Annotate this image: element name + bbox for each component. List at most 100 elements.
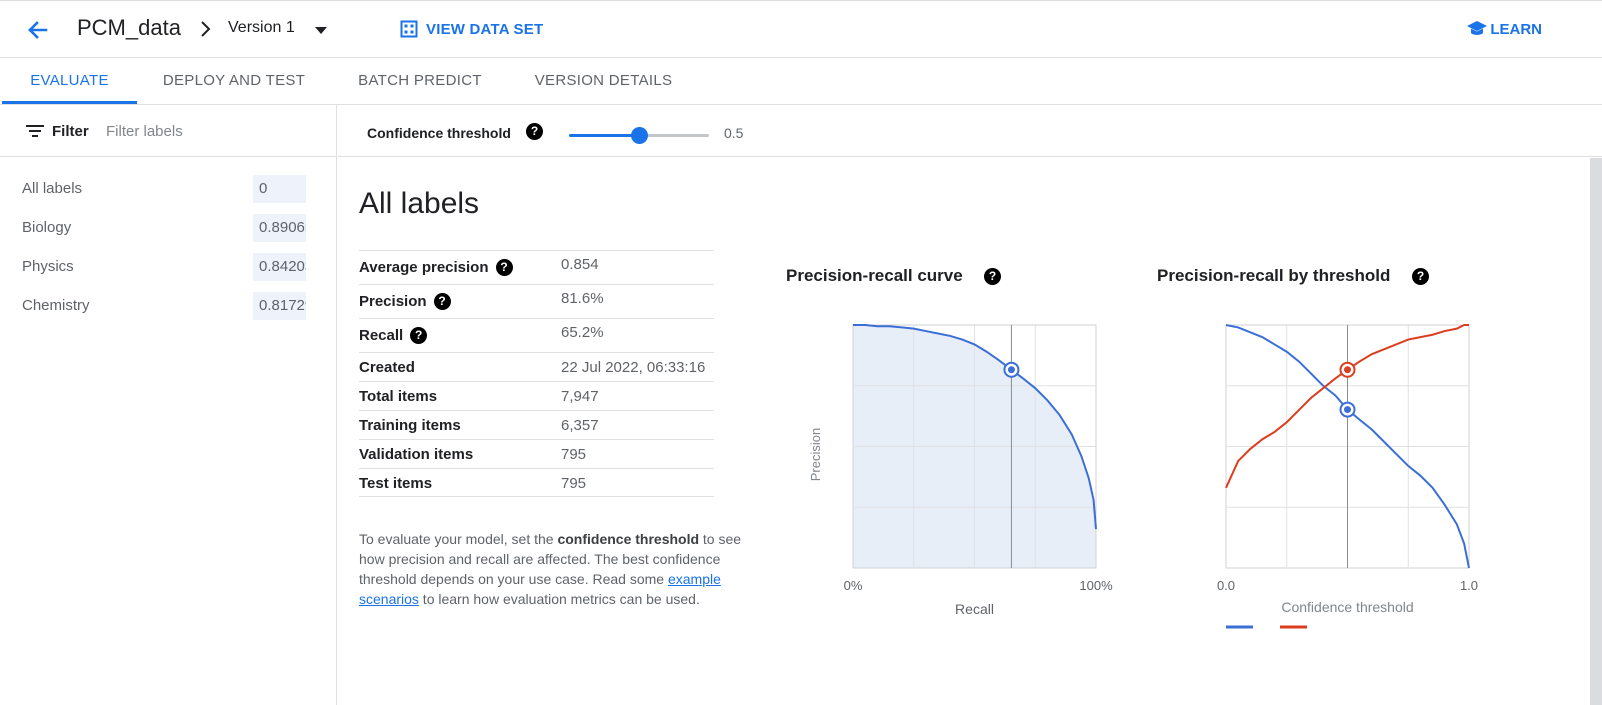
label-score: 0 [253,175,306,203]
view-data-set-button[interactable]: VIEW DATA SET [400,17,543,41]
x-tick-label: 0% [844,578,863,593]
scrollbar[interactable] [1590,158,1602,705]
metric-row: Training items 6,357 [359,410,714,439]
tab-deploy-and-test[interactable]: DEPLOY AND TEST [150,58,318,104]
pr-threshold-chart: 0.0 1.0 Confidence threshold [1217,324,1478,629]
confidence-threshold-value: 0.5 [724,125,744,141]
table-grid-icon [400,20,418,38]
pr-curve-marker-dot [1007,366,1015,374]
evaluation-panel: All labels Average precision? 0.854 Precis… [338,158,1588,705]
filter-button[interactable]: Filter [26,119,89,143]
metric-value: 0.854 [561,256,599,273]
section-title: All labels [359,187,480,220]
metric-label-text: Test items [359,475,433,492]
metrics-table: Average precision? 0.854 Precision? 81.6% Re… [359,250,714,497]
metric-label: Recall? [359,327,428,344]
label-item-physics[interactable]: Physics 0.84203 [0,250,337,284]
metric-row: Average precision? 0.854 [359,250,714,284]
labels-sidebar: Filter All labels 0 Biology 0.89065 Phys… [0,105,337,705]
metric-value: 22 Jul 2022, 06:33:16 [561,359,706,376]
pr-threshold-title: Precision-recall by threshold [1157,266,1391,285]
description-bold: confidence threshold [557,531,700,547]
metric-label: Precision? [359,293,451,310]
tab-version-details[interactable]: VERSION DETAILS [522,58,685,104]
help-icon[interactable]: ? [1412,268,1429,285]
chevron-right-icon [201,21,211,37]
help-icon[interactable]: ? [495,259,513,276]
top-bar: PCM_data Version 1 VIEW DATA SET LEARN [0,0,1602,58]
confidence-threshold-bar: Confidence threshold ? 0.5 [338,105,1602,157]
label-item-all-labels[interactable]: All labels 0 [0,172,337,206]
metric-value: 7,947 [561,388,599,405]
metric-row: Validation items 795 [359,439,714,468]
learn-button[interactable]: LEARN [1466,17,1542,41]
metric-row: Total items 7,947 [359,381,714,410]
pr-curve-chart: 0% 100% Recall Precision [808,324,1113,617]
metric-row: Test items 795 [359,468,714,497]
view-data-set-label: VIEW DATA SET [426,20,544,38]
metric-label: Validation items [359,446,473,463]
tab-batch-predict[interactable]: BATCH PREDICT [345,58,495,104]
version-selector-label[interactable]: Version 1 [228,19,295,37]
label-name: Chemistry [22,297,90,314]
learn-label: LEARN [1490,20,1542,38]
description-text: to learn how evaluation metrics can be u… [418,591,700,607]
metric-label: Training items [359,417,461,434]
threshold-marker-1-dot [1344,406,1351,414]
evaluation-description: To evaluate your model, set the confiden… [359,529,759,609]
metric-value: 6,357 [561,417,599,434]
metric-label-text: Precision [359,293,427,310]
label-name: Biology [22,219,72,236]
threshold-marker-0-dot [1344,366,1351,374]
metric-label-text: Total items [359,388,438,405]
dataset-title: PCM_data [77,15,181,40]
x-axis-label: Recall [955,601,994,617]
x-tick-label: 1.0 [1460,578,1478,593]
x-axis-label: Confidence threshold [1281,599,1413,615]
label-score: 0.89065 [253,214,306,242]
label-item-biology[interactable]: Biology 0.89065 [0,211,337,245]
metric-value: 795 [561,475,587,492]
metric-row: Recall? 65.2% [359,318,714,352]
filter-bar: Filter [0,105,337,157]
help-icon[interactable]: ? [410,327,428,344]
pr-curve-title: Precision-recall curve [786,266,963,285]
confidence-threshold-slider[interactable] [569,127,709,144]
metric-label-text: Created [359,359,415,376]
metric-label-text: Recall [359,327,404,344]
help-icon[interactable]: ? [433,293,451,310]
metric-value: 65.2% [561,324,604,341]
x-tick-label: 0.0 [1217,578,1235,593]
filter-label: Filter [52,122,89,140]
filter-labels-input[interactable] [106,119,316,143]
metric-label-text: Training items [359,417,461,434]
y-axis-label: Precision [808,428,823,481]
filter-lines-icon [26,125,44,137]
metric-label-text: Average precision [359,259,489,276]
metric-value: 81.6% [561,290,604,307]
label-score: 0.81729 [253,292,306,320]
metric-label: Average precision? [359,259,513,276]
tab-evaluate[interactable]: EVALUATE [2,58,137,104]
metric-row: Precision? 81.6% [359,284,714,318]
help-icon[interactable]: ? [526,123,543,140]
metric-label: Test items [359,475,432,492]
label-item-chemistry[interactable]: Chemistry 0.81729 [0,289,337,323]
metric-value: 795 [561,446,587,463]
label-name: Physics [22,258,74,275]
metric-label: Total items [359,388,437,405]
confidence-threshold-label: Confidence threshold [367,125,511,141]
label-score: 0.84203 [253,253,306,281]
slider-thumb[interactable] [631,127,648,144]
x-tick-label: 100% [1079,578,1113,593]
dropdown-caret-icon[interactable] [314,25,328,35]
metric-row: Created 22 Jul 2022, 06:33:16 [359,352,714,381]
help-icon[interactable]: ? [984,268,1001,285]
school-cap-icon [1467,21,1488,35]
tab-bar: EVALUATE DEPLOY AND TEST BATCH PREDICT V… [0,58,1602,105]
description-text: To evaluate your model, set the [359,531,558,547]
slider-fill [569,134,639,137]
metric-label: Created [359,359,415,376]
back-arrow-icon[interactable] [22,15,52,45]
label-name: All labels [22,180,83,197]
